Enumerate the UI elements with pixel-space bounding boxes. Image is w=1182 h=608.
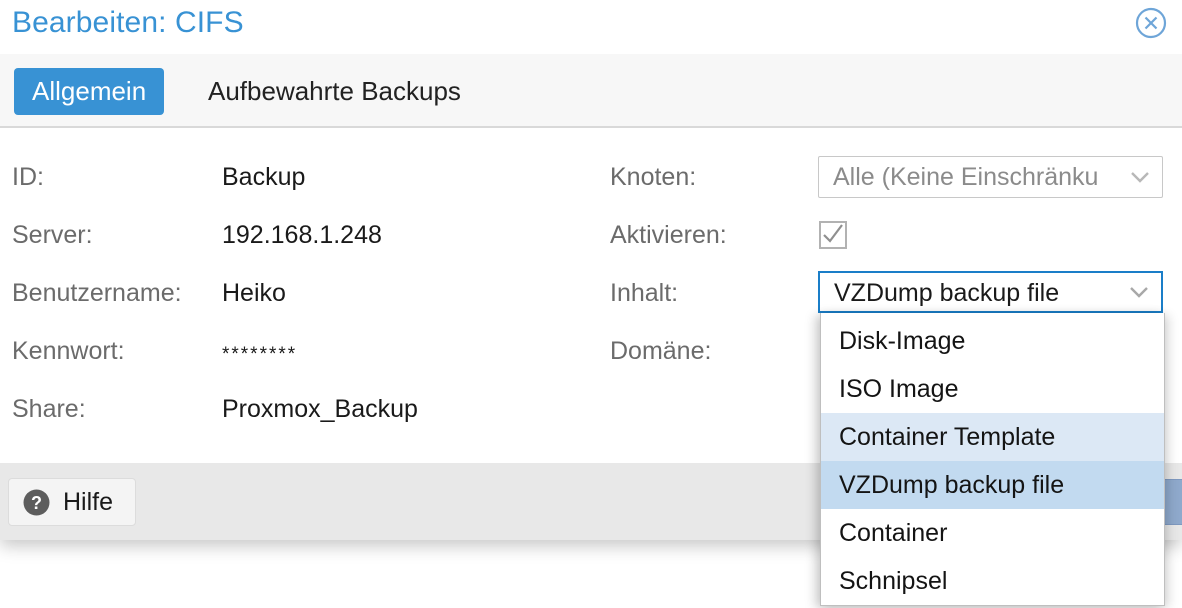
question-mark-circle-icon: ? (23, 489, 50, 516)
inhalt-combobox-value: VZDump backup file (834, 279, 1060, 307)
knoten-combobox-value: Alle (Keine Einschränku (833, 163, 1099, 191)
tab-aufbewahrte-backups[interactable]: Aufbewahrte Backups (204, 68, 465, 115)
dialog-titlebar: Bearbeiten: CIFS (0, 0, 1182, 54)
value-share: Proxmox_Backup (222, 395, 418, 423)
svg-text:?: ? (31, 493, 42, 513)
dropdown-option-disk-image[interactable]: Disk-Image (821, 317, 1164, 365)
dropdown-option-iso-image[interactable]: ISO Image (821, 365, 1164, 413)
field-row-knoten: Knoten: Alle (Keine Einschränku (0, 156, 1182, 198)
inhalt-dropdown-list: Disk-Image ISO Image Container Template … (820, 313, 1165, 606)
help-button-label: Hilfe (63, 487, 114, 516)
label-domaene: Domäne: (610, 337, 712, 365)
chevron-down-icon (1127, 283, 1151, 301)
dialog-title: Bearbeiten: CIFS (12, 6, 244, 39)
dropdown-option-vzdump-backup-file[interactable]: VZDump backup file (821, 461, 1164, 509)
dropdown-option-container[interactable]: Container (821, 509, 1164, 557)
field-row-inhalt: Inhalt: VZDump backup file (0, 271, 1182, 313)
tab-allgemein[interactable]: Allgemein (14, 68, 165, 115)
label-inhalt: Inhalt: (610, 279, 679, 307)
inhalt-combobox[interactable]: VZDump backup file (818, 271, 1163, 313)
label-aktivieren: Aktivieren: (610, 221, 727, 249)
chevron-down-icon (1128, 168, 1152, 186)
dropdown-option-schnipsel[interactable]: Schnipsel (821, 557, 1164, 605)
close-icon[interactable] (1134, 6, 1168, 40)
knoten-combobox[interactable]: Alle (Keine Einschränku (818, 156, 1163, 198)
label-knoten: Knoten: (610, 163, 697, 191)
dropdown-option-container-template[interactable]: Container Template (821, 413, 1164, 461)
tab-bar: Allgemein Aufbewahrte Backups (0, 54, 1182, 128)
label-share: Share: (12, 395, 86, 423)
help-button[interactable]: ? Hilfe (8, 478, 137, 526)
field-row-aktivieren: Aktivieren: (0, 218, 1182, 252)
aktivieren-checkbox[interactable] (819, 221, 847, 249)
field-row-share: Share: Proxmox_Backup (0, 392, 600, 426)
